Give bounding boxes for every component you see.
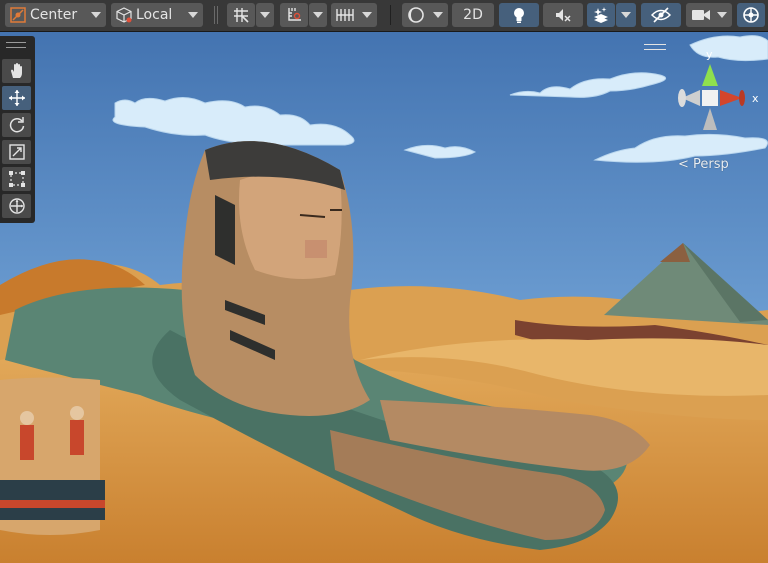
- rotate-icon: [8, 116, 26, 134]
- scene-viewport[interactable]: [0, 0, 768, 563]
- gizmos-icon: [742, 6, 760, 24]
- effects-toggle[interactable]: [587, 3, 615, 27]
- chevron-down-icon: [91, 12, 101, 18]
- draw-mode-dropdown[interactable]: [402, 3, 448, 27]
- hand-tool-button[interactable]: [2, 59, 31, 83]
- scale-icon: [8, 143, 26, 161]
- incremental-snap-icon: [285, 6, 303, 24]
- gizmos-toggle[interactable]: [737, 3, 765, 27]
- gizmo-drag-handle[interactable]: [644, 44, 666, 50]
- effects-options[interactable]: [616, 3, 636, 27]
- audio-toggle[interactable]: [543, 3, 583, 27]
- grid-snap-options[interactable]: [256, 3, 274, 27]
- hand-icon: [8, 62, 26, 80]
- rotate-tool-button[interactable]: [2, 113, 31, 137]
- transform-tool-button[interactable]: [2, 194, 31, 218]
- chevron-down-icon: [313, 12, 323, 18]
- gizmo-x-axis[interactable]: [720, 90, 742, 106]
- move-arrows-icon: [8, 89, 26, 107]
- pivot-mode-dropdown[interactable]: Center: [5, 3, 106, 27]
- shading-mode-icon: [407, 6, 425, 24]
- orientation-gizmo[interactable]: [656, 22, 760, 144]
- pivot-mode-label: Center: [30, 7, 78, 23]
- chevron-down-icon: [362, 12, 372, 18]
- grid-snap-button[interactable]: [227, 3, 255, 27]
- projection-label[interactable]: < Persp: [678, 157, 729, 172]
- rect-tool-button[interactable]: [2, 167, 31, 191]
- rect-transform-icon: [8, 170, 26, 188]
- camera-dropdown[interactable]: [686, 3, 732, 27]
- scene-toolbar: Center Local 2D: [0, 0, 768, 32]
- gizmo-y-axis[interactable]: [702, 64, 718, 86]
- chevron-down-icon: [260, 12, 270, 18]
- scene-visibility-icon: [650, 7, 672, 23]
- audio-muted-icon: [554, 6, 572, 24]
- grid-snap-icon: [232, 6, 250, 24]
- chevron-down-icon: [433, 12, 443, 18]
- toolbar-separator: [390, 5, 391, 25]
- mode-2d-label: 2D: [463, 7, 483, 23]
- gizmo-y-label: y: [706, 48, 713, 61]
- lightbulb-icon: [511, 6, 527, 24]
- chevron-down-icon: [717, 12, 727, 18]
- move-tool-button[interactable]: [2, 86, 31, 110]
- transform-icon: [8, 197, 26, 215]
- effects-layers-icon: [592, 6, 610, 24]
- incremental-snap-options[interactable]: [309, 3, 327, 27]
- pivot-rotation-label: Local: [136, 7, 173, 23]
- toolbar-grip: [214, 6, 218, 24]
- local-cube-icon: [116, 7, 132, 23]
- scale-tool-button[interactable]: [2, 140, 31, 164]
- chevron-down-icon: [621, 12, 631, 18]
- chevron-down-icon: [188, 12, 198, 18]
- mode-2d-toggle[interactable]: 2D: [452, 3, 494, 27]
- overlay-drag-handle[interactable]: [6, 42, 26, 48]
- gizmo-x-label: x: [752, 92, 759, 105]
- pivot-center-icon: [10, 7, 26, 23]
- scene-visibility-toggle[interactable]: [641, 3, 681, 27]
- pivot-rotation-dropdown[interactable]: Local: [111, 3, 203, 27]
- camera-icon: [691, 7, 711, 23]
- ruler-icon: [335, 6, 355, 24]
- ruler-dropdown[interactable]: [331, 3, 377, 27]
- lighting-toggle[interactable]: [499, 3, 539, 27]
- incremental-snap-button[interactable]: [280, 3, 308, 27]
- tools-overlay: [0, 36, 35, 223]
